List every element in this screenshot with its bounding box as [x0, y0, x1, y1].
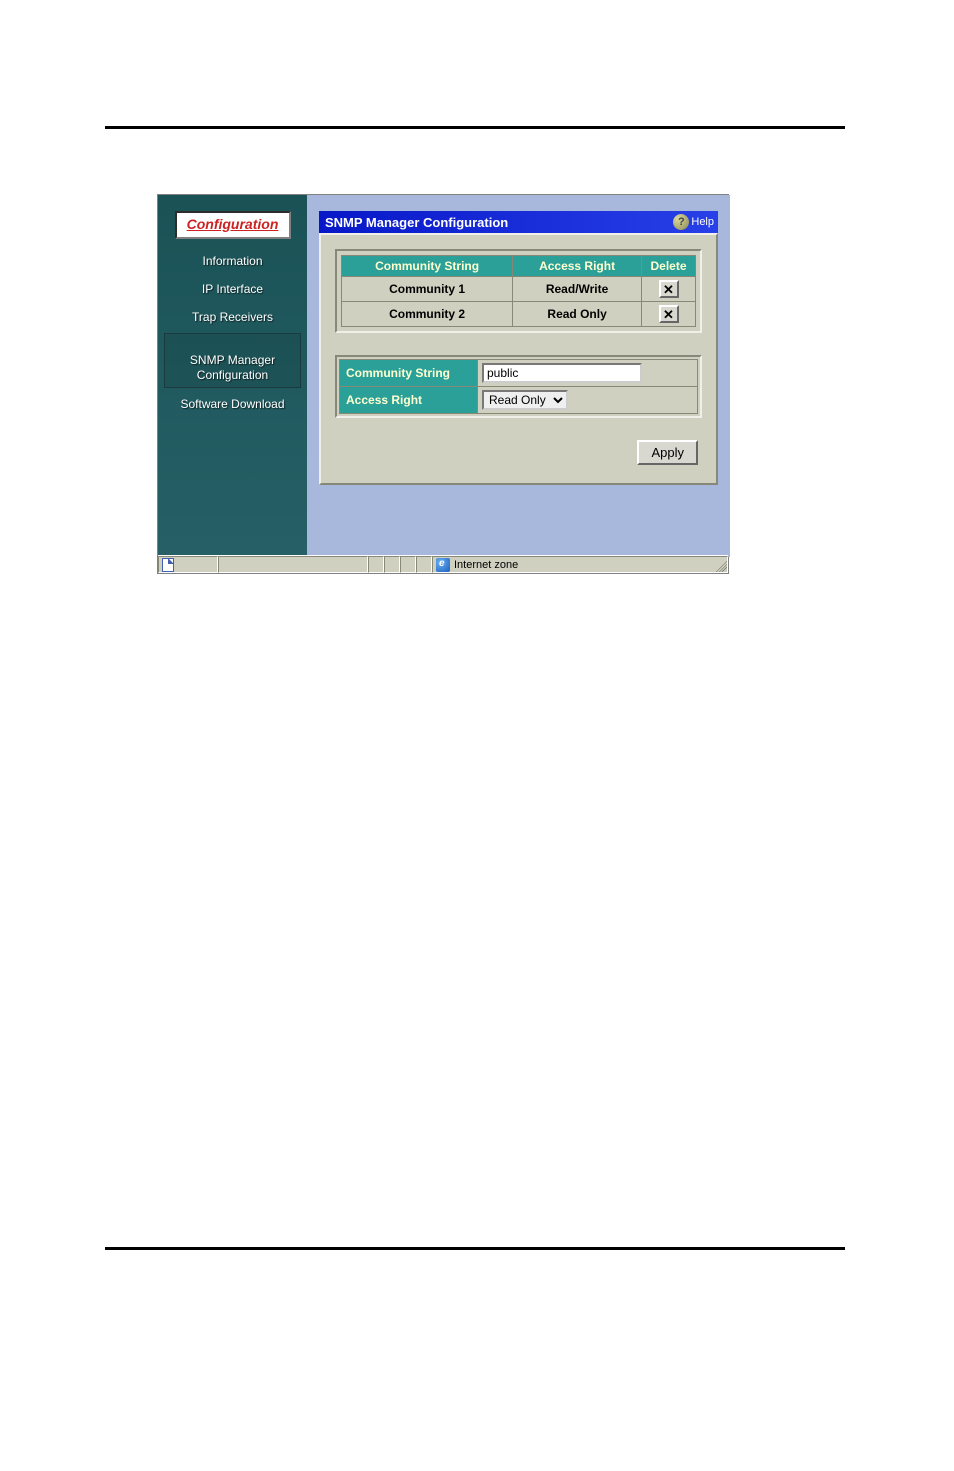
content-area: SNMP Manager Configuration ? Help Commun… [307, 195, 730, 557]
table-header-row: Community String Access Right Delete [342, 256, 696, 277]
cell-access: Read Only [513, 302, 642, 327]
community-string-field [478, 360, 697, 386]
access-right-label: Access Right [340, 387, 478, 413]
form-block: Community String Access Right Read Only … [335, 355, 702, 418]
table-row: Community 1 Read/Write ✕ [342, 277, 696, 302]
nav-item-label: SNMP Manager Configuration [190, 353, 275, 381]
main-panel: Community String Access Right Delete Com… [319, 233, 718, 485]
cell-delete: ✕ [642, 277, 696, 302]
bottom-rule [105, 1247, 845, 1250]
top-rule [105, 126, 845, 129]
access-right-select[interactable]: Read Only Read/Write [482, 390, 568, 410]
nav-item-information[interactable]: Information [158, 247, 307, 275]
apply-button[interactable]: Apply [637, 440, 698, 465]
resize-grip[interactable] [713, 558, 727, 572]
app-window: Configuration Information IP Interface T… [157, 194, 729, 574]
page-title: SNMP Manager Configuration [325, 215, 508, 230]
ie-icon [436, 558, 450, 572]
col-header-delete: Delete [642, 256, 696, 277]
status-small-cell [416, 556, 432, 573]
col-header-community: Community String [342, 256, 513, 277]
sidebar: Configuration Information IP Interface T… [158, 195, 307, 557]
document-icon [162, 558, 174, 572]
community-table: Community String Access Right Delete Com… [341, 255, 696, 327]
apply-row: Apply [335, 418, 702, 469]
sidebar-header: Configuration [175, 211, 291, 239]
cell-access: Read/Write [513, 277, 642, 302]
access-right-field: Read Only Read/Write [478, 387, 697, 413]
form-row-access: Access Right Read Only Read/Write [339, 387, 698, 414]
cell-delete: ✕ [642, 302, 696, 327]
cell-community: Community 2 [342, 302, 513, 327]
nav-item-trap-receivers[interactable]: Trap Receivers [158, 303, 307, 331]
statusbar: Internet zone [158, 555, 728, 573]
status-empty-cell [218, 556, 368, 573]
nav-item-label: Information [202, 254, 262, 268]
col-header-access: Access Right [513, 256, 642, 277]
help-icon: ? [673, 214, 689, 230]
nav-item-label: IP Interface [202, 282, 263, 296]
nav-item-software-download[interactable]: Software Download [158, 390, 307, 418]
status-small-cell [368, 556, 384, 573]
titlebar: SNMP Manager Configuration ? Help [319, 211, 718, 233]
community-table-block: Community String Access Right Delete Com… [335, 249, 702, 333]
nav-item-label: Trap Receivers [192, 310, 273, 324]
table-row: Community 2 Read Only ✕ [342, 302, 696, 327]
status-zone-text: Internet zone [454, 559, 518, 571]
cell-community: Community 1 [342, 277, 513, 302]
nav-item-label: Software Download [180, 397, 284, 411]
community-string-label: Community String [340, 360, 478, 386]
delete-button[interactable]: ✕ [659, 305, 679, 323]
nav-item-snmp-manager-configuration[interactable]: SNMP Manager Configuration [164, 333, 301, 388]
help-label: Help [691, 216, 714, 228]
status-small-cell [384, 556, 400, 573]
status-doc-cell [158, 556, 218, 573]
delete-button[interactable]: ✕ [659, 280, 679, 298]
sidebar-header-label: Configuration [187, 216, 279, 232]
nav-item-ip-interface[interactable]: IP Interface [158, 275, 307, 303]
status-small-cell [400, 556, 416, 573]
status-zone-cell: Internet zone [432, 556, 728, 573]
help-button[interactable]: ? Help [673, 214, 714, 230]
form-row-community: Community String [339, 359, 698, 387]
community-string-input[interactable] [482, 363, 642, 383]
